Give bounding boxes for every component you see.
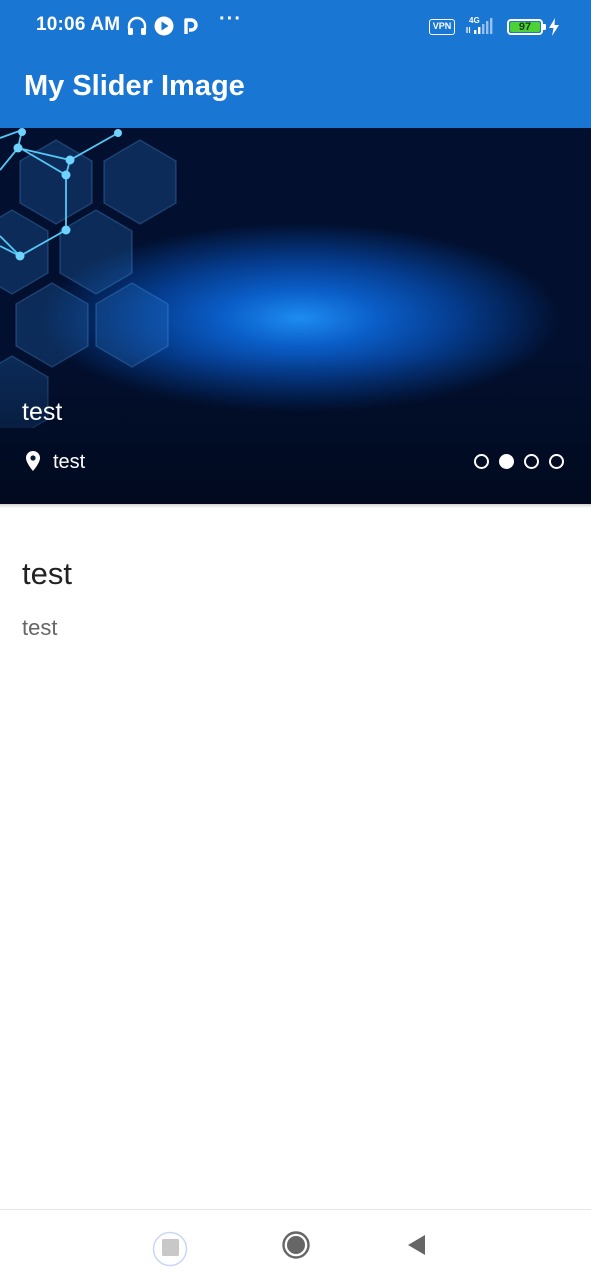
status-overflow-dots: ··· [219,8,242,30]
content-title: test [22,556,72,591]
app-bar: My Slider Image [0,44,591,128]
slider-shadow [0,504,591,508]
content-body: test [22,615,58,640]
slider-gradient-overlay [0,354,591,504]
page-title: My Slider Image [24,70,245,102]
status-bar: 10:06 AM ··· VPN 4G 97 [0,0,591,44]
location-pin-icon [26,451,40,471]
p-app-icon [184,18,198,34]
battery-cap [543,24,546,30]
headphones-icon [127,16,147,35]
system-navigation-bar [0,1209,591,1280]
slider-dot-1[interactable] [474,454,489,469]
recents-square-icon[interactable] [152,1231,188,1267]
slide-location-label: test [53,451,86,473]
slider-dot-4[interactable] [549,454,564,469]
battery-icon: 97 [507,19,546,35]
back-triangle-icon[interactable] [405,1233,427,1257]
home-circle-icon[interactable] [281,1230,311,1260]
image-slider[interactable]: test test [0,128,591,504]
vpn-icon: VPN [429,19,455,35]
status-time: 10:06 AM [36,14,121,35]
charging-icon [549,18,559,36]
slide-title: test [22,398,63,426]
play-icon [154,16,174,36]
battery-level: 97 [510,22,540,33]
network-label: 4G [469,16,480,25]
signal-icon: 4G [466,16,493,34]
slider-dot-2[interactable] [499,454,514,469]
slider-dot-3[interactable] [524,454,539,469]
